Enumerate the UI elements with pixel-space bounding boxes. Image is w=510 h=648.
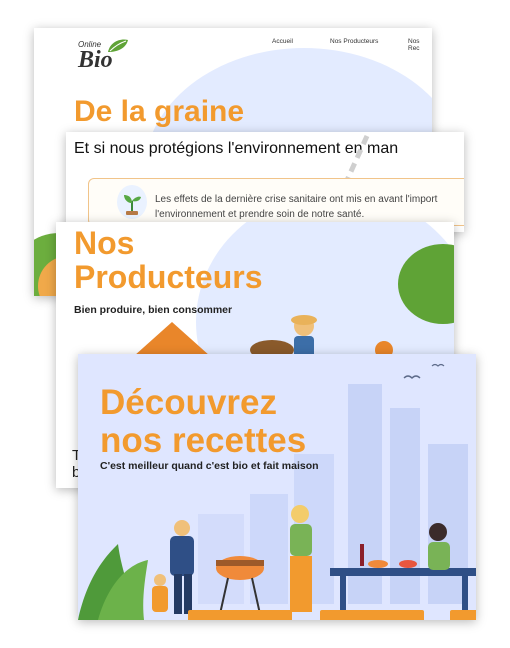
barbecue-party-illustration [78,505,476,620]
environment-preview-card: Et si nous protégions l'environnement en… [66,132,464,232]
recipe-card-tab-2[interactable] [320,610,424,620]
bird-icons [403,363,445,379]
recipes-title-line2: nos recettes [100,420,307,460]
recipes-title-line1: Découvrez [100,383,278,422]
recipes-preview-card: Découvrez nos recettes C'est meilleur qu… [78,354,476,620]
producers-title-line1: Nos [74,225,135,261]
sprout-icon [124,195,141,215]
nav-link-accueil[interactable]: Accueil [272,38,293,45]
recipe-card-tab-3[interactable] [450,610,476,620]
producers-title-line2: Producteurs [74,259,263,296]
nav-link-producteurs[interactable]: Nos Producteurs [330,38,378,45]
info-text-line1: Les effets de la dernière crise sanitair… [155,194,438,205]
producers-subtitle: Bien produire, bien consommer [74,304,233,316]
recipe-card-tab-1[interactable] [188,610,292,620]
logo[interactable]: Online Bio [76,36,128,74]
recipes-subtitle: C'est meilleur quand c'est bio et fait m… [100,460,319,472]
info-text-line2: l'environnement et prendre soin de notre… [155,208,365,220]
nav-link-recettes[interactable]: Nos Rec [408,38,432,52]
leaf-icon [108,39,128,52]
info-box: Les effets de la dernière crise sanitair… [88,178,464,226]
hero-title: De la graine [74,95,245,128]
screenshot-stack: Online Bio Accueil Nos Producteurs Nos R… [0,0,510,648]
